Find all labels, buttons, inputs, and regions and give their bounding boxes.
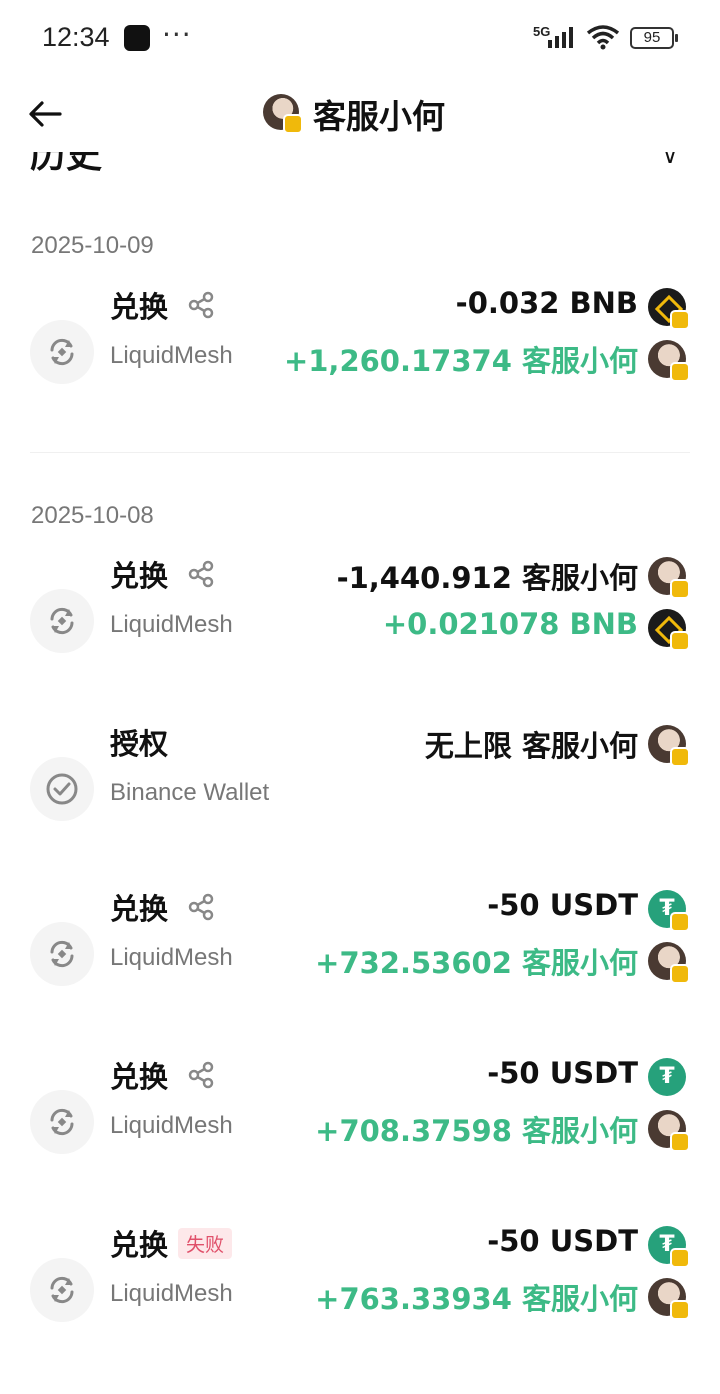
date-header: 2025-10-09 — [31, 232, 154, 259]
failed-badge: 失败 — [178, 1227, 233, 1259]
transaction-type: 兑换 — [110, 284, 216, 326]
transaction-type: 授权 — [110, 721, 168, 763]
swap-icon — [30, 922, 94, 986]
amount-in: +0.021078 BNB — [382, 607, 638, 641]
chain-badge-icon — [283, 114, 303, 134]
transaction-source: LiquidMesh — [110, 611, 233, 638]
share-icon[interactable] — [186, 892, 216, 922]
transaction-row[interactable]: 兑换 失败 LiquidMesh -50 USDT ₮ +763.33934 客… — [0, 1222, 720, 1352]
swap-icon — [30, 1090, 94, 1154]
status-time: 12:34 — [42, 22, 110, 52]
custom-token-icon — [648, 942, 690, 984]
transaction-source: LiquidMesh — [110, 1112, 233, 1139]
transaction-type-label: 兑换 — [110, 290, 169, 324]
usdt-token-icon: ₮ — [648, 890, 690, 932]
transaction-type-label: 授权 — [110, 727, 169, 761]
amount-in: +732.53602 客服小何 — [315, 946, 638, 980]
approve-check-icon — [30, 757, 94, 821]
wifi-icon — [586, 25, 620, 50]
back-arrow-icon[interactable] — [26, 94, 66, 134]
transaction-row[interactable]: 兑换 LiquidMesh -50 USDT ₮ +732.53602 客服小何 — [0, 886, 720, 1016]
usdt-token-icon: ₮ — [648, 1058, 690, 1100]
share-icon[interactable] — [186, 559, 216, 589]
transaction-source: Binance Wallet — [110, 779, 270, 806]
transaction-row[interactable]: 授权 Binance Wallet 无上限 客服小何 — [0, 721, 720, 851]
amount-out: -50 USDT — [487, 888, 638, 922]
custom-token-icon — [648, 725, 690, 767]
custom-token-icon — [648, 557, 690, 599]
transaction-type: 兑换 失败 — [110, 1222, 233, 1264]
share-icon[interactable] — [186, 290, 216, 320]
bnb-token-icon — [648, 288, 690, 330]
amount-out: -1,440.912 客服小何 — [336, 561, 638, 595]
amount-out: -0.032 BNB — [455, 286, 638, 320]
transaction-source: LiquidMesh — [110, 944, 233, 971]
bnb-token-icon — [648, 609, 690, 651]
transaction-type-label: 兑换 — [110, 1060, 169, 1094]
battery-tip — [675, 34, 678, 42]
battery-indicator: 95 — [630, 27, 674, 49]
transaction-source: LiquidMesh — [110, 1280, 233, 1307]
group-divider — [30, 452, 690, 453]
amount-in: +708.37598 客服小何 — [315, 1114, 638, 1148]
more-notifications-icon: ··· — [162, 18, 192, 51]
status-bar: 12:34 ··· 5G 95 — [0, 0, 720, 76]
transaction-type-label: 兑换 — [110, 1228, 169, 1262]
swap-icon — [30, 1258, 94, 1322]
token-title: 客服小何 — [263, 92, 445, 136]
usdt-token-icon: ₮ — [648, 1226, 690, 1268]
transaction-row[interactable]: 兑换 LiquidMesh -1,440.912 客服小何 +0.021078 … — [0, 553, 720, 683]
transaction-row[interactable]: 兑换 LiquidMesh -0.032 BNB +1,260.17374 客服… — [0, 284, 720, 414]
custom-token-icon — [648, 340, 690, 382]
amount-in: +1,260.17374 客服小何 — [283, 344, 638, 378]
transaction-type: 兑换 — [110, 553, 216, 595]
transaction-row[interactable]: 兑换 LiquidMesh -50 USDT ₮ +708.37598 客服小何 — [0, 1054, 720, 1184]
share-icon[interactable] — [186, 1060, 216, 1090]
approval-amount: 无上限 客服小何 — [424, 729, 638, 763]
token-avatar — [263, 94, 303, 134]
transaction-type-label: 兑换 — [110, 892, 169, 926]
amount-out: -50 USDT — [487, 1056, 638, 1090]
date-header: 2025-10-08 — [31, 502, 154, 529]
custom-token-icon — [648, 1278, 690, 1320]
app-header: 客服小何 — [0, 76, 720, 152]
transaction-type: 兑换 — [110, 886, 216, 928]
amount-out: -50 USDT — [487, 1224, 638, 1258]
amount-in: +763.33934 客服小何 — [315, 1282, 638, 1316]
transaction-type-label: 兑换 — [110, 559, 169, 593]
binance-app-icon — [124, 25, 150, 51]
page-title: 客服小何 — [313, 97, 445, 136]
swap-icon — [30, 589, 94, 653]
transaction-type: 兑换 — [110, 1054, 216, 1096]
swap-icon — [30, 320, 94, 384]
custom-token-icon — [648, 1110, 690, 1152]
transaction-source: LiquidMesh — [110, 342, 233, 369]
signal-icon — [548, 27, 573, 48]
